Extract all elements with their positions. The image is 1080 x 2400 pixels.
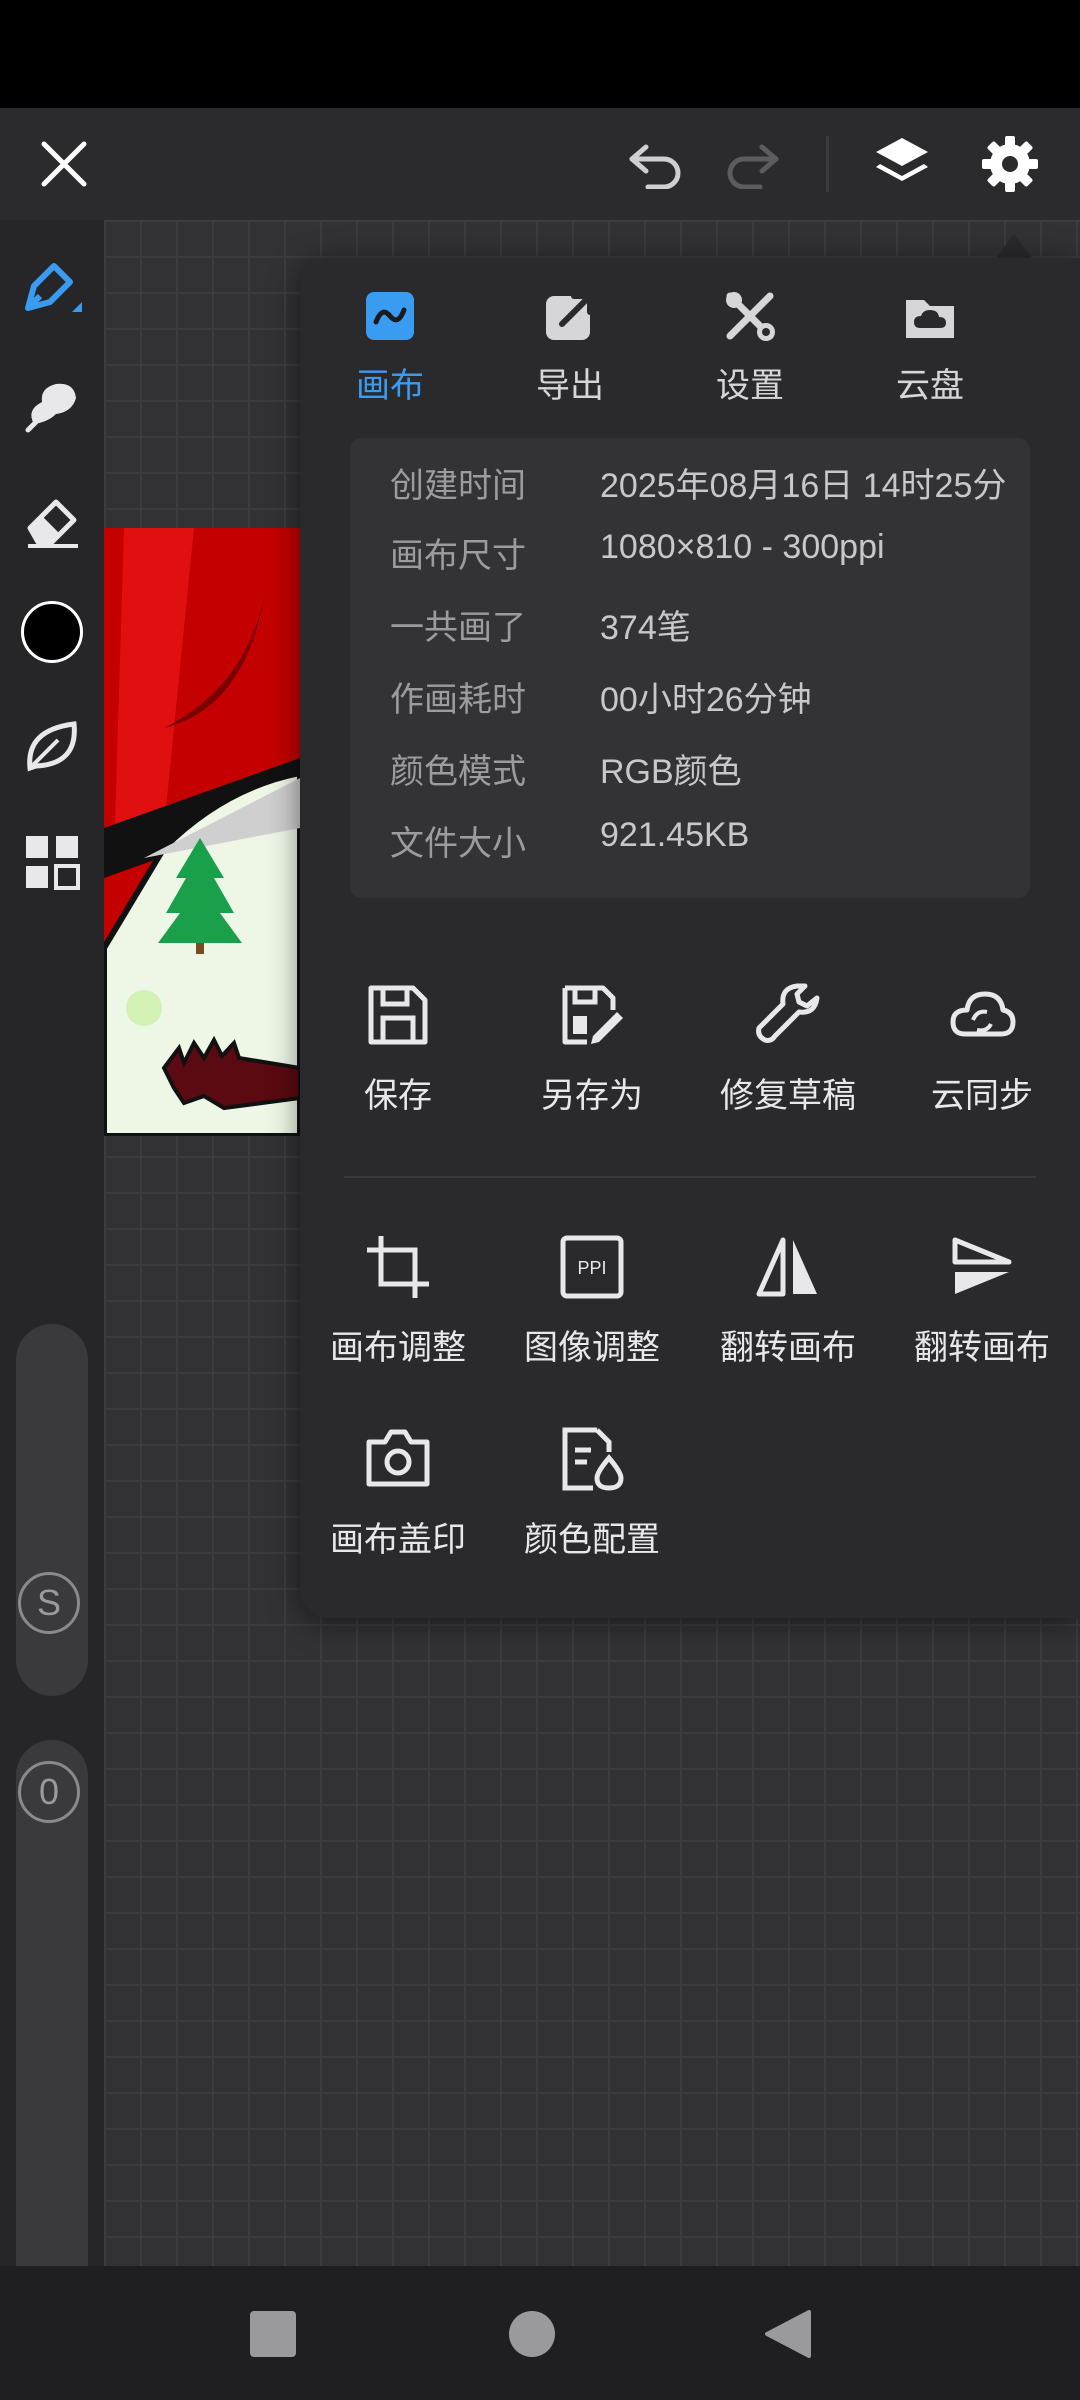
tab-canvas[interactable]: 画布: [300, 288, 480, 418]
circle-home-icon[interactable]: [502, 2304, 562, 2364]
grid-menu-icon[interactable]: [14, 824, 90, 900]
info-row: 创建时间 2025年08月16日 14时25分: [390, 467, 1007, 505]
layers-icon[interactable]: [866, 128, 938, 200]
tab-settings[interactable]: 设置: [660, 288, 840, 418]
repair-draft-button[interactable]: 修复草稿: [690, 980, 886, 1117]
flip-horizontal-icon: [753, 1232, 823, 1302]
panel-pointer: [996, 234, 1032, 258]
tab-cloud-drive[interactable]: 云盘: [840, 288, 1020, 418]
save-icon: [363, 980, 433, 1050]
canvas-settings-panel: 画布 导出 设置 云盘 创建时间 2025年08月16日 14时25分 画布尺寸 1…: [300, 258, 1080, 1618]
top-bar: [0, 108, 1080, 220]
wrench-icon: [753, 980, 823, 1050]
flip-vertical-button[interactable]: 翻转画布: [884, 1232, 1080, 1369]
camera-icon: [363, 1424, 433, 1494]
svg-text:PPI: PPI: [577, 1258, 606, 1278]
leaf-brush-icon[interactable]: [14, 708, 90, 784]
cloud-sync-button[interactable]: 云同步: [884, 980, 1080, 1117]
ppi-icon: PPI: [557, 1232, 627, 1302]
save-button[interactable]: 保存: [300, 980, 496, 1117]
save-as-icon: [557, 980, 627, 1050]
undo-icon[interactable]: [620, 128, 692, 200]
eraser-tool-icon[interactable]: [14, 482, 90, 558]
info-row: 作画耗时 00小时26分钟: [390, 681, 812, 719]
topbar-divider: [826, 136, 829, 192]
color-config-button[interactable]: 颜色配置: [494, 1424, 690, 1561]
cloud-sync-icon: [947, 980, 1017, 1050]
status-bar: [0, 0, 1080, 108]
close-icon[interactable]: [28, 128, 100, 200]
tab-export[interactable]: 导出: [480, 288, 660, 418]
gear-icon[interactable]: [974, 128, 1046, 200]
panel-tabs: 画布 导出 设置 云盘: [300, 288, 1080, 418]
square-recents-icon[interactable]: [243, 2304, 303, 2364]
crop-icon: [363, 1232, 433, 1302]
flip-vertical-icon: [947, 1232, 1017, 1302]
canvas-adjust-button[interactable]: 画布调整: [300, 1232, 496, 1369]
info-row: 文件大小 921.45KB: [390, 816, 750, 863]
canvas-stamp-button[interactable]: 画布盖印: [300, 1424, 496, 1561]
cloud-drive-icon: [902, 288, 958, 344]
opacity-slider[interactable]: [16, 1740, 88, 2344]
image-adjust-button[interactable]: PPI 图像调整: [494, 1232, 690, 1369]
opacity-badge: 0: [18, 1761, 80, 1823]
size-badge: S: [18, 1572, 80, 1634]
canvas-icon: [362, 288, 418, 344]
color-profile-icon: [557, 1424, 627, 1494]
smudge-tool-icon[interactable]: [14, 366, 90, 442]
flip-horizontal-button[interactable]: 翻转画布: [690, 1232, 886, 1369]
canvas-info-card: 创建时间 2025年08月16日 14时25分 画布尺寸 1080×810 - 30…: [350, 438, 1030, 898]
triangle-back-icon[interactable]: [758, 2304, 818, 2364]
left-toolbar: S 0: [0, 220, 104, 2344]
info-row: 颜色模式 RGB颜色: [390, 753, 742, 791]
color-swatch[interactable]: [14, 594, 90, 670]
pen-tool-icon[interactable]: [14, 250, 90, 326]
brush-size-slider[interactable]: [16, 1324, 88, 1696]
system-nav-bar: [0, 2266, 1080, 2400]
export-icon: [542, 288, 598, 344]
info-row: 画布尺寸 1080×810 - 300ppi: [390, 528, 885, 575]
redo-icon[interactable]: [716, 128, 788, 200]
section-divider: [344, 1176, 1036, 1178]
artwork-canvas[interactable]: [104, 528, 300, 1136]
tools-icon: [722, 288, 778, 344]
info-row: 一共画了 374笔: [390, 609, 691, 647]
save-as-button[interactable]: 另存为: [494, 980, 690, 1117]
